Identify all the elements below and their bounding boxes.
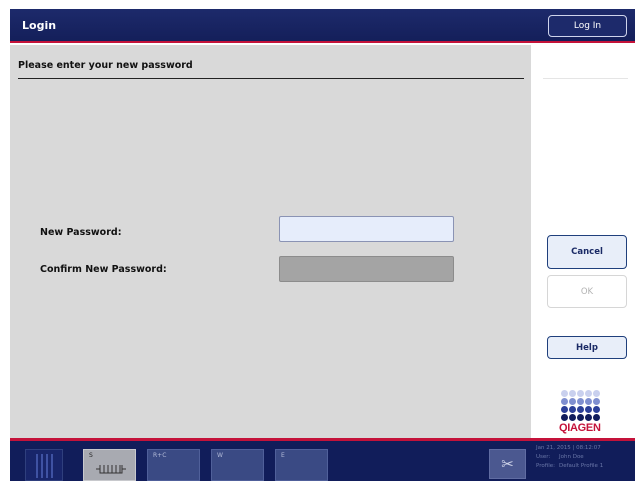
qiagen-logo: QIAGEN [553,390,613,434]
tab-e-label: E [281,452,285,459]
new-password-field[interactable] [279,216,454,242]
password-panel: Please enter your new password New Passw… [10,45,531,438]
rack-icon[interactable] [25,449,63,481]
ok-button[interactable]: OK [547,275,627,308]
tab-s[interactable]: S [83,449,136,481]
footer-bar: S R+C W E ✂ Jan 21, 2015 | 08:12:07 User… [10,441,635,481]
user-value: John Doe [559,454,584,460]
login-button[interactable]: Log In [548,15,627,37]
logo-dots [561,390,613,421]
confirm-password-label: Confirm New Password: [40,264,167,275]
tools-icon[interactable]: ✂ [489,449,526,479]
sample-strip-icon [96,465,126,474]
profile-key: Profile: [536,463,555,469]
user-key: User: [536,454,551,460]
logo-text: QIAGEN [559,422,601,434]
heading-divider [18,78,524,79]
tab-rc-label: R+C [153,452,167,459]
status-info: Jan 21, 2015 | 08:12:07 User: John Doe Pr… [536,444,603,471]
tab-w[interactable]: W [211,449,264,481]
side-divider [543,78,628,79]
tab-s-label: S [89,452,93,459]
cancel-button[interactable]: Cancel [547,235,627,269]
page-title: Login [22,19,57,32]
title-bar: Login Log In [10,9,635,43]
panel-heading: Please enter your new password [18,60,193,71]
confirm-password-field[interactable] [279,256,454,282]
date-time: Jan 21, 2015 | 08:12:07 [536,445,601,451]
tab-w-label: W [217,452,223,459]
tab-r-c[interactable]: R+C [147,449,200,481]
help-button[interactable]: Help [547,336,627,359]
side-panel: Cancel OK Help QIAGEN [533,45,635,438]
profile-value: Default Profile 1 [559,463,604,469]
new-password-label: New Password: [40,227,122,238]
tab-e[interactable]: E [275,449,328,481]
